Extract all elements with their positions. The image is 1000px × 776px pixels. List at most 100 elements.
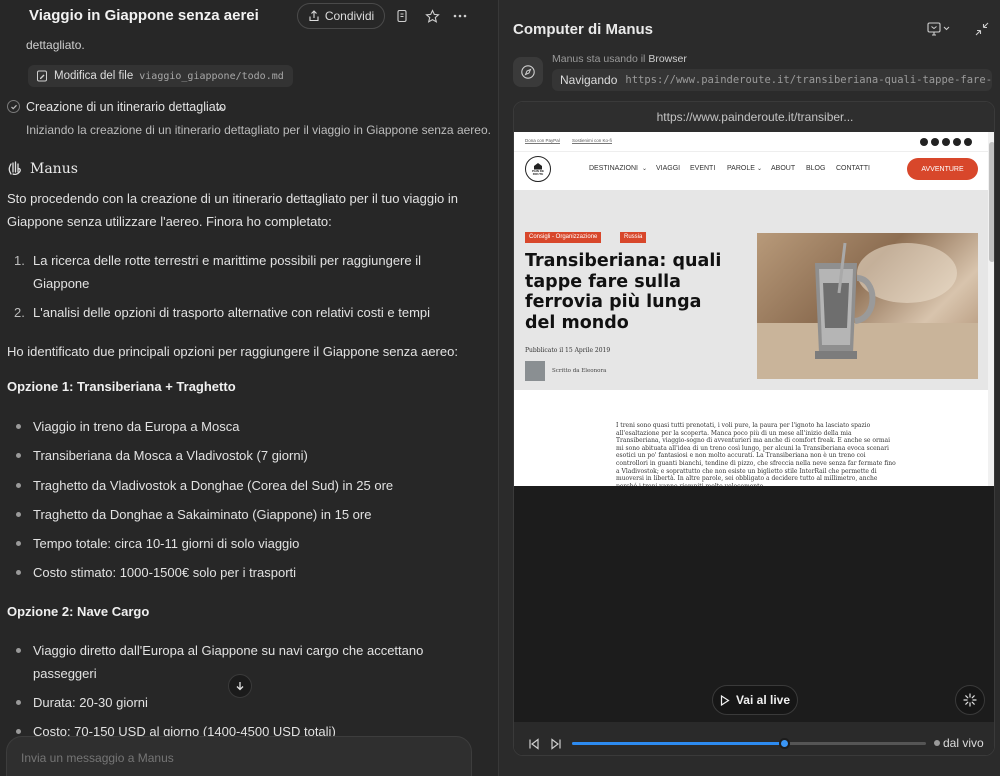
- article-title-line: del mondo: [525, 312, 629, 333]
- bullet-dot: [16, 700, 21, 705]
- go-live-button[interactable]: Vai al live: [712, 685, 798, 715]
- message-composer: [6, 736, 472, 776]
- article-title-line: tappe fare sulla: [525, 271, 681, 292]
- tool-name: Browser: [648, 53, 687, 65]
- chat-header: Viaggio in Giappone senza aerei Condivid…: [0, 0, 498, 34]
- tea-glass-photo: [757, 233, 978, 379]
- message-input[interactable]: [21, 751, 321, 765]
- author-avatar: [525, 361, 545, 381]
- playback-timeline[interactable]: [572, 738, 926, 749]
- list-item-continued: passeggeri: [33, 666, 97, 681]
- list-number: 1.: [14, 253, 25, 268]
- chevron-down-icon: ⌄: [642, 166, 648, 172]
- instagram-icon[interactable]: [931, 138, 939, 146]
- intro-line-2: Giappone senza utilizzare l'aereo. Finor…: [7, 214, 332, 229]
- browser-url-bar: https://www.painderoute.it/transiber...: [514, 102, 994, 132]
- collapse-icon[interactable]: [975, 22, 989, 41]
- email-icon[interactable]: [953, 138, 961, 146]
- file-edit-chip[interactable]: Modifica del file viaggio_giappone/todo.…: [28, 65, 293, 87]
- category-tag[interactable]: Consigli - Organizzazione: [525, 232, 602, 243]
- play-icon: [720, 694, 730, 706]
- site-logo-text: PAIN DE ROUTE: [532, 169, 544, 176]
- site-logo[interactable]: PAIN DE ROUTE: [525, 156, 551, 182]
- file-copy-icon[interactable]: [392, 6, 412, 26]
- nav-about[interactable]: ABOUT: [771, 165, 795, 172]
- list-item: L'analisi delle opzioni di trasporto alt…: [33, 305, 431, 320]
- live-indicator-dot: [934, 740, 940, 746]
- tool-status-prefix: Manus sta usando il: [552, 53, 646, 65]
- browser-empty-area: [514, 486, 994, 755]
- list-item: Transiberiana da Mosca a Vladivostok (7 …: [33, 448, 308, 463]
- nav-blog[interactable]: BLOG: [806, 165, 825, 172]
- nav-viaggi[interactable]: VIAGGI: [656, 165, 680, 172]
- navigation-label: Navigando: [560, 73, 618, 87]
- paypal-link[interactable]: Dona con PayPal: [525, 138, 560, 144]
- bullet-dot: [16, 570, 21, 575]
- list-item: La ricerca delle rotte terrestri e marit…: [33, 253, 421, 268]
- article-title-line: Transiberiana: quali: [525, 251, 722, 271]
- more-options-icon[interactable]: [450, 6, 470, 26]
- display-icon[interactable]: [927, 22, 951, 41]
- nav-parole[interactable]: PAROLE: [727, 165, 755, 172]
- option1-title: Opzione 1: Transiberiana + Traghetto: [7, 379, 236, 394]
- navigation-url: https://www.painderoute.it/transiberiana…: [625, 74, 992, 86]
- bullet-dot: [16, 424, 21, 429]
- bullet-dot: [16, 512, 21, 517]
- task-title[interactable]: Creazione di un itinerario dettagliato: [26, 100, 226, 114]
- webpage-scrollbar[interactable]: [988, 132, 994, 486]
- loading-sparkle-icon[interactable]: [955, 685, 985, 715]
- author-name: Scritto da Eleonora: [552, 368, 607, 374]
- arrow-down-icon: [236, 682, 244, 691]
- playback-handle[interactable]: [779, 738, 791, 749]
- go-live-label: Vai al live: [735, 693, 791, 707]
- chat-panel: dettagliato. Modifica del file viaggio_g…: [0, 0, 498, 776]
- nav-eventi[interactable]: EVENTI: [690, 165, 715, 172]
- facebook-icon[interactable]: [920, 138, 928, 146]
- article-title-line: ferrovia più lunga: [525, 292, 702, 312]
- nav-contatti[interactable]: CONTATTI: [836, 165, 870, 172]
- bullet-dot: [16, 648, 21, 653]
- list-item-continued: Giappone: [33, 276, 90, 291]
- task-done-check-icon: [7, 100, 20, 113]
- country-tag[interactable]: Russia: [620, 232, 647, 243]
- webpage-screenshot: Dona con PayPal Sostienimi con Ko-fi PAI…: [514, 132, 994, 486]
- previous-text-tail: dettagliato.: [26, 38, 85, 52]
- pinterest-icon[interactable]: [964, 138, 972, 146]
- skip-back-icon[interactable]: [528, 737, 540, 755]
- file-edit-icon: [37, 70, 47, 82]
- task-detail: Iniziando la creazione di un itinerario …: [26, 123, 491, 137]
- youtube-icon[interactable]: [942, 138, 950, 146]
- app-window: dettagliato. Modifica del file viaggio_g…: [0, 0, 1000, 776]
- tool-status: Manus sta usando il Browser: [552, 53, 687, 65]
- chevron-up-icon[interactable]: [216, 101, 226, 119]
- list-item: Viaggio diretto dall'Europa al Giappone …: [33, 643, 424, 658]
- webpage-top-bar: Dona con PayPal Sostienimi con Ko-fi: [514, 132, 994, 152]
- list-item: Viaggio in treno da Europa a Mosca: [33, 419, 240, 434]
- share-button[interactable]: Condividi: [297, 3, 385, 29]
- skip-forward-icon[interactable]: [550, 737, 562, 755]
- list-item: Tempo totale: circa 10-11 giorni di solo…: [33, 536, 300, 551]
- share-label: Condividi: [324, 9, 375, 23]
- article-title: Transiberiana: quali tappe fare sulla fe…: [525, 251, 745, 333]
- nav-destinazioni[interactable]: DESTINAZIONI: [589, 165, 638, 172]
- list-number: 2.: [14, 305, 25, 320]
- assistant-name: Manus: [30, 161, 78, 177]
- manus-hand-icon: [7, 160, 23, 181]
- list-item: Traghetto da Vladivostok a Donghae (Core…: [33, 478, 394, 493]
- list-item: Durata: 20-30 giorni: [33, 695, 148, 710]
- computer-title: Computer di Manus: [513, 21, 654, 38]
- playback-controls: dal vivo: [514, 722, 994, 755]
- live-label: dal vivo: [943, 736, 984, 750]
- identified-text: Ho identificato due principali opzioni p…: [7, 344, 458, 359]
- chevron-down-icon: ⌄: [757, 166, 763, 172]
- social-icons: [920, 138, 972, 146]
- chat-title: Viaggio in Giappone senza aerei: [29, 7, 259, 24]
- option2-title: Opzione 2: Nave Cargo: [7, 604, 150, 619]
- article-paragraph: I treni sono quasi tutti prenotati, i vo…: [616, 422, 896, 486]
- avventure-button[interactable]: AVVENTURE: [907, 158, 978, 180]
- scroll-down-button[interactable]: [228, 674, 252, 698]
- star-icon[interactable]: [422, 6, 442, 26]
- kofi-link[interactable]: Sostienimi con Ko-fi: [572, 138, 612, 144]
- playback-progress: [572, 742, 785, 745]
- published-date: Pubblicato il 15 Aprile 2019: [525, 347, 611, 354]
